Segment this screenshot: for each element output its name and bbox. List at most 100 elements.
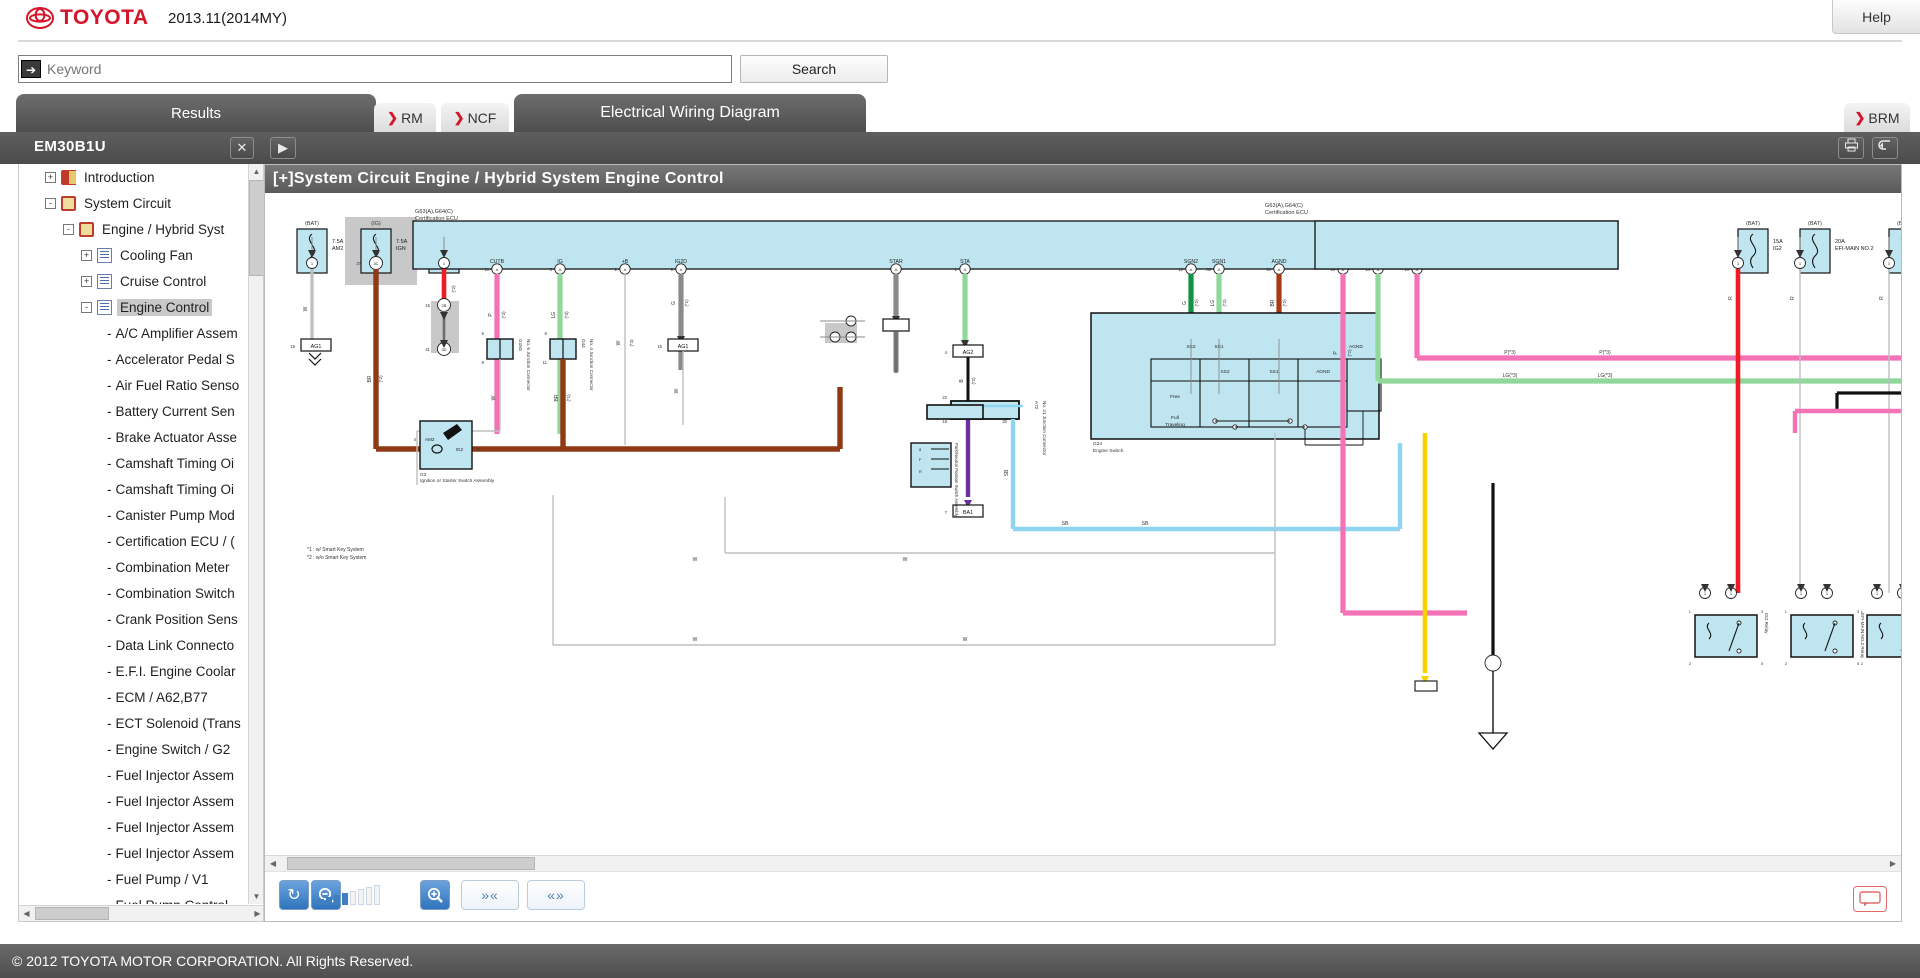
tree-node-system-circuit[interactable]: - System Circuit <box>19 190 249 216</box>
svg-text:AM2: AM2 <box>425 437 435 442</box>
zoom-step[interactable] <box>350 891 356 905</box>
tree-leaf-item[interactable]: - ECT Solenoid (Trans <box>19 710 249 736</box>
svg-text:37: 37 <box>356 261 361 266</box>
tree-leaf-item[interactable]: - Certification ECU / ( <box>19 528 249 554</box>
tree-leaf-item[interactable]: - Camshaft Timing Oi <box>19 476 249 502</box>
zoom-step[interactable] <box>358 889 364 905</box>
svg-text:20: 20 <box>1002 419 1007 424</box>
tree-leaf-item[interactable]: - Fuel Injector Assem <box>19 788 249 814</box>
diagram-horizontal-scrollbar[interactable]: ◀ ▶ <box>265 855 1901 871</box>
scroll-down-icon[interactable]: ▼ <box>249 889 263 904</box>
tree-leaf-item[interactable]: - Crank Position Sens <box>19 606 249 632</box>
search-button[interactable]: Search <box>740 55 888 83</box>
help-button[interactable]: Help <box>1832 0 1920 34</box>
svg-text:16: 16 <box>425 303 430 308</box>
tree-leaf-item[interactable]: - Camshaft Timing Oi <box>19 450 249 476</box>
leaf-dash-icon: - <box>107 871 112 887</box>
search-input-wrapper[interactable]: ➔ <box>18 55 732 83</box>
svg-text:W: W <box>616 340 622 345</box>
tab-rm[interactable]: ❯ RM <box>374 103 436 132</box>
leaf-dash-icon: - <box>107 793 112 809</box>
tab-electrical-wiring-diagram[interactable]: Electrical Wiring Diagram <box>514 94 866 132</box>
zoom-in-icon[interactable] <box>420 880 450 910</box>
tree-leaf-item[interactable]: - Air Fuel Ratio Senso <box>19 372 249 398</box>
svg-text:A: A <box>624 267 627 272</box>
tab-brm[interactable]: ❯ BRM <box>1844 103 1910 132</box>
tree-leaf-item[interactable]: -Fuel Pump Control <box>19 892 249 905</box>
wiring-diagram-canvas[interactable]: (BAT)7.5AAM2(IG)7.5AIGN(BAT)10AECU-B NO.… <box>265 193 1901 842</box>
tree-hscroll-thumb[interactable] <box>35 907 109 920</box>
zoom-step[interactable] <box>342 893 348 905</box>
tree-node-engine-hybrid-syst[interactable]: - Engine / Hybrid Syst <box>19 216 249 242</box>
tree-leaf-item[interactable]: - Canister Pump Mod <box>19 502 249 528</box>
tree-leaf-item[interactable]: - Fuel Pump / V1 <box>19 866 249 892</box>
close-document-button[interactable]: ✕ <box>230 137 254 159</box>
comment-icon[interactable] <box>1853 886 1887 912</box>
tree-node-introduction[interactable]: + Introduction <box>19 164 249 190</box>
application-window: TOYOTA 2013.11(2014MY) Help ➔ Search Res… <box>0 0 1920 978</box>
collapse-node-icon[interactable]: - <box>45 197 56 209</box>
tree-node-cooling-fan[interactable]: + Cooling Fan <box>19 242 249 268</box>
navigation-tree[interactable]: + Introduction - System Circuit - Engine / Hy… <box>19 164 249 904</box>
tree-leaf-item[interactable]: - Accelerator Pedal S <box>19 346 249 372</box>
return-arrow-icon[interactable] <box>1872 137 1898 159</box>
tree-leaf-item[interactable]: - Engine Switch / G2 <box>19 736 249 762</box>
svg-text:(*2): (*2) <box>1194 299 1199 307</box>
tree-leaf-item[interactable]: - Fuel Injector Assem <box>19 762 249 788</box>
nav-first-button[interactable]: »« <box>461 880 519 910</box>
expand-node-icon[interactable]: + <box>81 275 92 287</box>
nav-prev-button[interactable]: «» <box>527 880 585 910</box>
diagram-scroll-thumb[interactable] <box>287 857 535 870</box>
collapse-node-icon[interactable]: - <box>81 301 92 313</box>
tree-leaf-item[interactable]: - A/C Amplifier Assem <box>19 320 249 346</box>
search-input[interactable] <box>45 57 731 81</box>
tree-node-cruise-control[interactable]: + Cruise Control <box>19 268 249 294</box>
svg-text:4: 4 <box>414 437 417 442</box>
tree-leaf-item[interactable]: - Battery Current Sen <box>19 398 249 424</box>
tree-vertical-scrollbar[interactable]: ▲ ▼ <box>248 164 263 904</box>
zoom-step[interactable] <box>334 895 340 905</box>
svg-text:R: R <box>1879 296 1885 300</box>
expand-node-icon[interactable]: + <box>81 249 92 261</box>
zoom-step[interactable] <box>318 899 324 905</box>
expand-panel-button[interactable]: ▶ <box>270 137 296 159</box>
navigation-tree-panel: + Introduction - System Circuit - Engine / Hy… <box>18 164 264 922</box>
tree-leaf-item[interactable]: - Brake Actuator Asse <box>19 424 249 450</box>
tree-leaf-item[interactable]: - E.F.I. Engine Coolar <box>19 658 249 684</box>
collapse-node-icon[interactable]: - <box>63 223 74 235</box>
tab-ncf[interactable]: ❯ NCF <box>441 103 509 132</box>
printer-icon[interactable] <box>1838 137 1864 159</box>
tree-leaf-item[interactable]: - Fuel Injector Assem <box>19 814 249 840</box>
svg-text:AG2: AG2 <box>963 350 974 356</box>
expand-node-icon[interactable]: + <box>45 171 56 183</box>
svg-text:G15G: G15G <box>518 339 523 352</box>
svg-text:No. 21 Junction Connector: No. 21 Junction Connector <box>1042 401 1047 456</box>
scroll-up-icon[interactable]: ▲ <box>249 164 263 179</box>
zoom-step[interactable] <box>326 897 332 905</box>
tree-node-engine-control[interactable]: - Engine Control <box>19 294 249 320</box>
zoom-step[interactable] <box>366 887 372 905</box>
svg-text:LG: LG <box>551 312 557 319</box>
diagram-scroll-left-icon[interactable]: ◀ <box>265 856 281 871</box>
svg-text:34: 34 <box>1266 267 1271 272</box>
tree-horizontal-scrollbar[interactable]: ◀ ▶ <box>19 905 263 921</box>
diagram-scroll-right-icon[interactable]: ▶ <box>1885 856 1901 871</box>
tree-leaf-item[interactable]: - Combination Switch <box>19 580 249 606</box>
svg-text:W: W <box>491 395 497 400</box>
zoom-step[interactable] <box>374 885 380 905</box>
tree-leaf-item[interactable]: - Combination Meter <box>19 554 249 580</box>
svg-text:B: B <box>959 379 965 383</box>
tab-results[interactable]: Results <box>16 94 376 132</box>
scroll-left-icon[interactable]: ◀ <box>19 906 34 921</box>
tree-leaf-item[interactable]: - Data Link Connecto <box>19 632 249 658</box>
tree-leaf-item[interactable]: - Fuel Injector Assem <box>19 840 249 866</box>
tree-scroll-thumb[interactable] <box>249 180 263 276</box>
tree-leaf-item[interactable]: - ECM / A62,B77 <box>19 684 249 710</box>
refresh-icon[interactable]: ↻ <box>279 880 309 910</box>
svg-text:(*2): (*2) <box>378 375 383 383</box>
scroll-right-icon[interactable]: ▶ <box>250 906 263 921</box>
tree-leaf-label: Fuel Pump / V1 <box>115 871 209 887</box>
svg-text:15A: 15A <box>1773 239 1783 245</box>
svg-text:LG: LG <box>1210 300 1216 307</box>
zoom-level-indicator[interactable] <box>318 885 382 905</box>
